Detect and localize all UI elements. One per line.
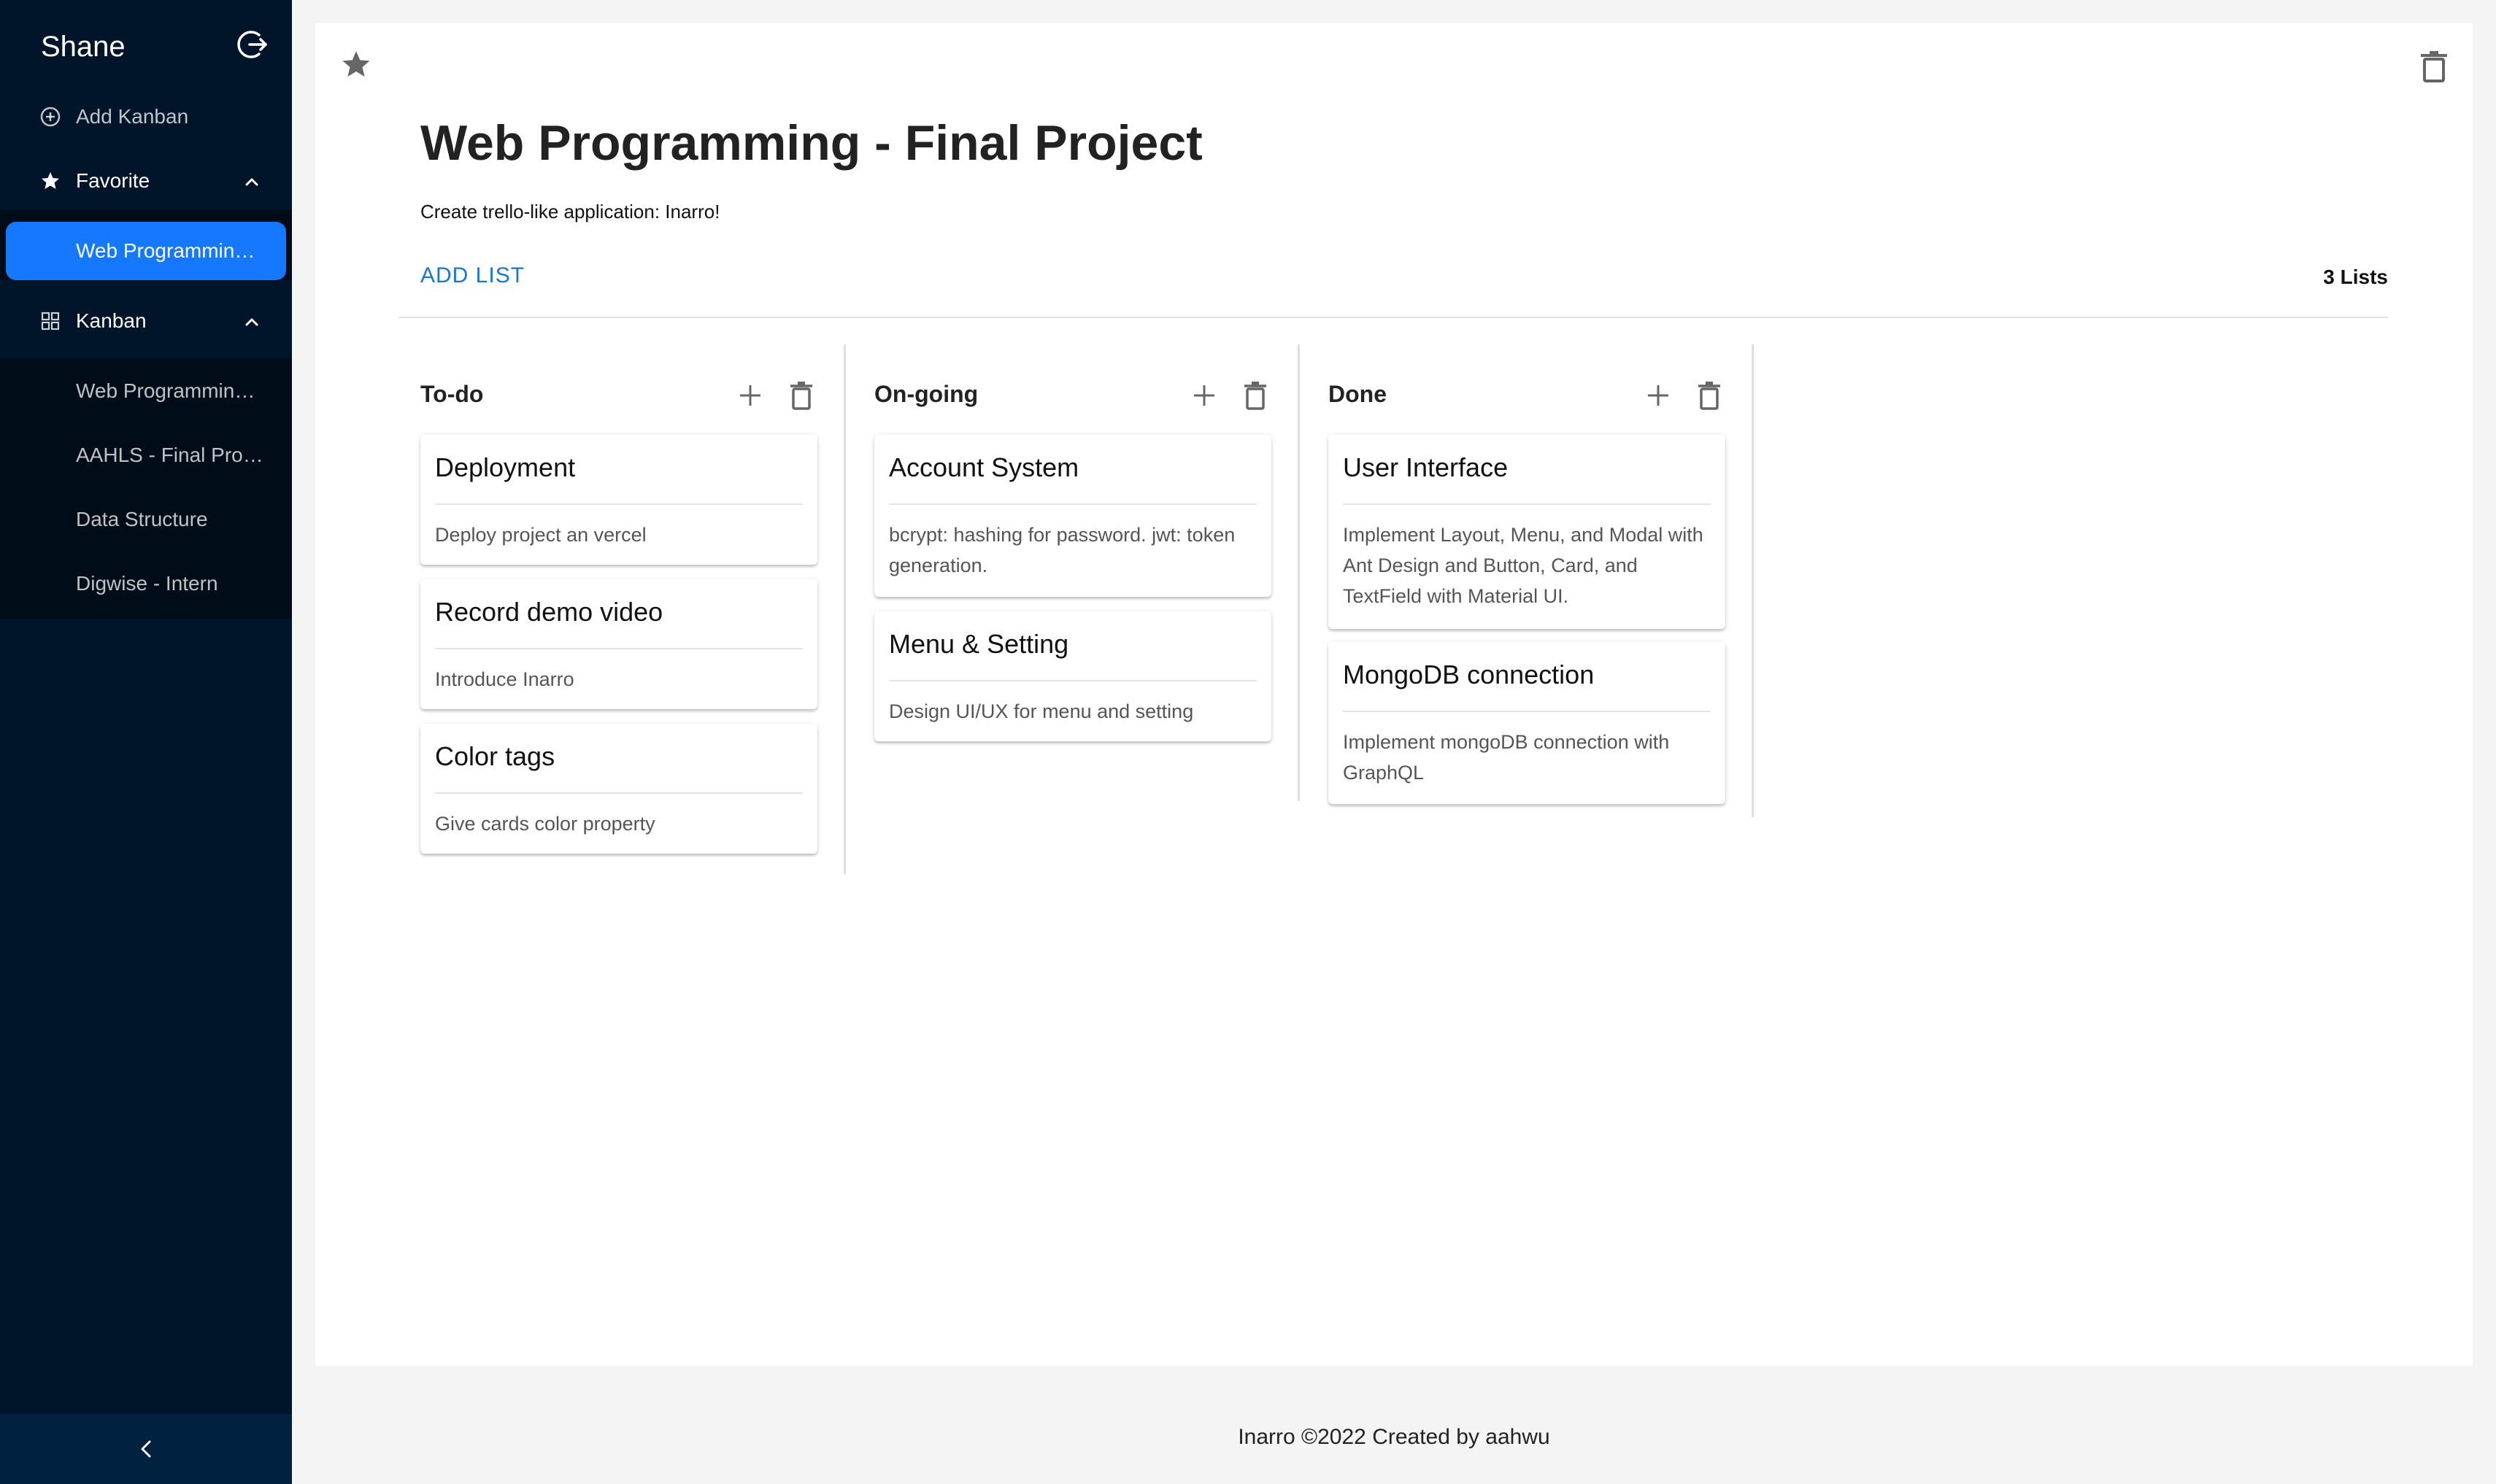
list-column: To-do Deployment Deploy project an verce…	[420, 344, 847, 874]
card-title: Record demo video	[435, 597, 663, 627]
card-description: bcrypt: hashing for password. jwt: token…	[889, 524, 1236, 576]
grid-icon	[41, 312, 60, 331]
list-title: Done	[1328, 381, 1387, 407]
chevron-up-icon	[245, 318, 258, 326]
list-title: To-do	[420, 381, 484, 407]
board-title: Web Programming - Final Project	[420, 115, 1203, 171]
header-divider	[398, 317, 2388, 318]
column-divider	[844, 344, 846, 874]
card-description: Design UI/UX for menu and setting	[889, 700, 1194, 722]
board-description: Create trello-like application: Inarro!	[420, 201, 720, 223]
sidebar: Shane Add Kanban Favorite Web Programmin…	[0, 0, 292, 1484]
chevron-up-icon	[245, 178, 258, 186]
kanban-item[interactable]: Digwise - Intern	[0, 552, 292, 616]
footer: Inarro ©2022 Created by aahwu	[1238, 1425, 1550, 1449]
task-card[interactable]: Record demo video Introduce Inarro	[420, 579, 817, 709]
star-icon	[42, 172, 59, 189]
plus-circle-icon	[40, 107, 61, 127]
trash-icon[interactable]	[1696, 379, 1722, 411]
user-header: Shane	[0, 0, 292, 92]
kanban-label: Kanban	[76, 309, 147, 332]
add-kanban-label: Add Kanban	[76, 105, 189, 128]
task-card[interactable]: Menu & Setting Design UI/UX for menu and…	[874, 611, 1271, 741]
favorite-label: Favorite	[76, 169, 150, 192]
app-root: Shane Add Kanban Favorite Web Programmin…	[0, 0, 2496, 1484]
kanban-item-label: Data Structure	[76, 508, 208, 530]
card-divider	[889, 503, 1257, 505]
list-column: Done User Interface Implement Layout, Me…	[1328, 344, 1754, 817]
task-card[interactable]: Account System bcrypt: hashing for passw…	[874, 435, 1271, 597]
add-kanban-button[interactable]: Add Kanban	[0, 88, 292, 146]
kanban-item[interactable]: AAHLS - Final Project	[0, 423, 292, 487]
add-list-button[interactable]: ADD LIST	[420, 261, 525, 290]
trash-icon[interactable]	[2417, 48, 2451, 85]
kanban-menu-toggle[interactable]: Kanban	[0, 292, 292, 350]
card-divider	[1343, 711, 1711, 712]
task-card[interactable]: Deployment Deploy project an vercel	[420, 435, 817, 565]
task-card[interactable]: MongoDB connection Implement mongoDB con…	[1328, 642, 1725, 804]
card-title: Menu & Setting	[889, 629, 1069, 659]
card-title: User Interface	[1343, 452, 1509, 482]
favorite-item-label: Web Programming - Final Project	[76, 239, 266, 262]
kanban-item-label: AAHLS - Final Project	[76, 444, 266, 466]
kanban-submenu: Web Programming - Final Project AAHLS - …	[0, 359, 292, 619]
plus-icon[interactable]	[1191, 382, 1217, 409]
kanban-item[interactable]: Web Programming - Final Project	[0, 359, 292, 423]
card-divider	[435, 792, 803, 794]
card-divider	[435, 503, 803, 505]
card-description: Give cards color property	[435, 813, 655, 835]
logout-icon[interactable]	[235, 28, 269, 61]
board-panel: Web Programming - Final Project Create t…	[315, 23, 2473, 1366]
trash-icon[interactable]	[788, 379, 814, 411]
list-title: On-going	[874, 381, 979, 407]
favorite-item[interactable]: Web Programming - Final Project	[6, 222, 286, 280]
card-divider	[435, 648, 803, 649]
card-divider	[1343, 503, 1711, 505]
favorite-submenu: Web Programming - Final Project	[0, 210, 292, 280]
kanban-item-label: Web Programming - Final Project	[76, 379, 266, 402]
card-description: Introduce Inarro	[435, 668, 574, 690]
list-column: On-going Account System bcrypt: hashing …	[874, 344, 1301, 801]
card-title: MongoDB connection	[1343, 660, 1595, 689]
kanban-item[interactable]: Data Structure	[0, 487, 292, 552]
favorite-menu-toggle[interactable]: Favorite	[0, 152, 292, 210]
card-divider	[889, 680, 1257, 681]
plus-icon[interactable]	[737, 382, 763, 409]
card-title: Color tags	[435, 741, 555, 771]
kanban-item-label: Digwise - Intern	[76, 572, 218, 595]
task-card[interactable]: Color tags Give cards color property	[420, 724, 817, 854]
list-count: 3 Lists	[2323, 266, 2388, 288]
card-description: Implement Layout, Menu, and Modal with A…	[1343, 524, 1703, 607]
column-divider	[1752, 344, 1754, 817]
card-description: Deploy project an vercel	[435, 524, 647, 546]
column-divider	[1298, 344, 1300, 801]
user-name: Shane	[41, 31, 126, 63]
card-description: Implement mongoDB connection with GraphQ…	[1343, 731, 1670, 784]
card-title: Account System	[889, 452, 1079, 482]
star-icon[interactable]	[339, 47, 380, 88]
trash-icon[interactable]	[1242, 379, 1268, 411]
plus-icon[interactable]	[1645, 382, 1671, 409]
card-title: Deployment	[435, 452, 576, 482]
task-card[interactable]: User Interface Implement Layout, Menu, a…	[1328, 435, 1725, 629]
